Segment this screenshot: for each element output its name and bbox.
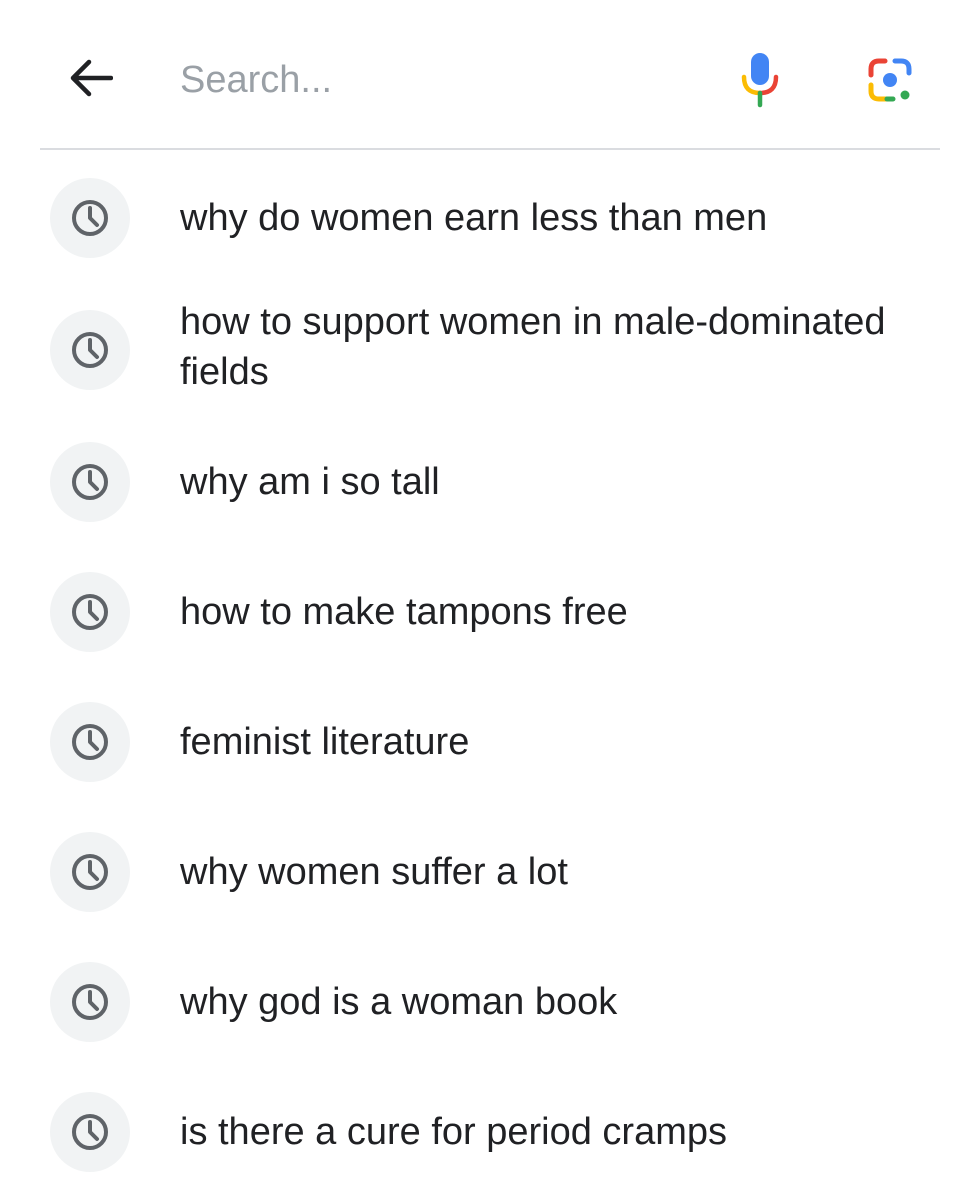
history-icon-container: [50, 962, 130, 1042]
history-icon-container: [50, 832, 130, 912]
history-clock-icon: [72, 1114, 108, 1150]
arrow-back-icon: [70, 59, 113, 97]
history-icon-container: [50, 310, 130, 390]
google-lens-icon: [868, 58, 912, 102]
history-clock-icon: [72, 464, 108, 500]
history-icon-container: [50, 178, 130, 258]
history-clock-icon: [72, 854, 108, 890]
history-suggestion-item[interactable]: how to make tampons free: [0, 572, 980, 652]
history-suggestion-item[interactable]: why god is a woman book: [0, 962, 980, 1042]
history-clock-icon: [72, 984, 108, 1020]
suggestion-text: why god is a woman book: [180, 981, 618, 1023]
search-input[interactable]: [180, 52, 700, 108]
suggestion-text: how to make tampons free: [180, 591, 628, 633]
history-icon-container: [50, 702, 130, 782]
history-suggestion-item[interactable]: how to support women in male-dominated f…: [0, 301, 980, 393]
history-clock-icon: [72, 332, 108, 368]
suggestion-text: why women suffer a lot: [180, 851, 568, 893]
suggestion-text: feminist literature: [180, 721, 470, 763]
history-icon-container: [50, 1092, 130, 1172]
back-button[interactable]: [58, 48, 122, 108]
history-suggestion-item[interactable]: feminist literature: [0, 702, 980, 782]
voice-search-button[interactable]: [730, 48, 790, 112]
history-icon-container: [50, 442, 130, 522]
history-clock-icon: [72, 594, 108, 630]
history-icon-container: [50, 572, 130, 652]
history-suggestion-item[interactable]: why women suffer a lot: [0, 832, 980, 912]
history-suggestion-item[interactable]: why do women earn less than men: [0, 178, 980, 258]
history-clock-icon: [72, 200, 108, 236]
search-bar: [0, 0, 980, 150]
suggestion-text: how to support women in male-dominated f…: [180, 301, 886, 393]
suggestion-text: is there a cure for period cramps: [180, 1111, 728, 1153]
history-suggestion-item[interactable]: is there a cure for period cramps: [0, 1092, 980, 1172]
suggestion-text: why do women earn less than men: [180, 197, 768, 239]
suggestion-text: why am i so tall: [180, 461, 440, 503]
search-divider: [40, 148, 940, 150]
microphone-icon: [741, 53, 779, 108]
google-lens-button[interactable]: [858, 50, 922, 110]
history-clock-icon: [72, 724, 108, 760]
history-suggestion-item[interactable]: why am i so tall: [0, 442, 980, 522]
